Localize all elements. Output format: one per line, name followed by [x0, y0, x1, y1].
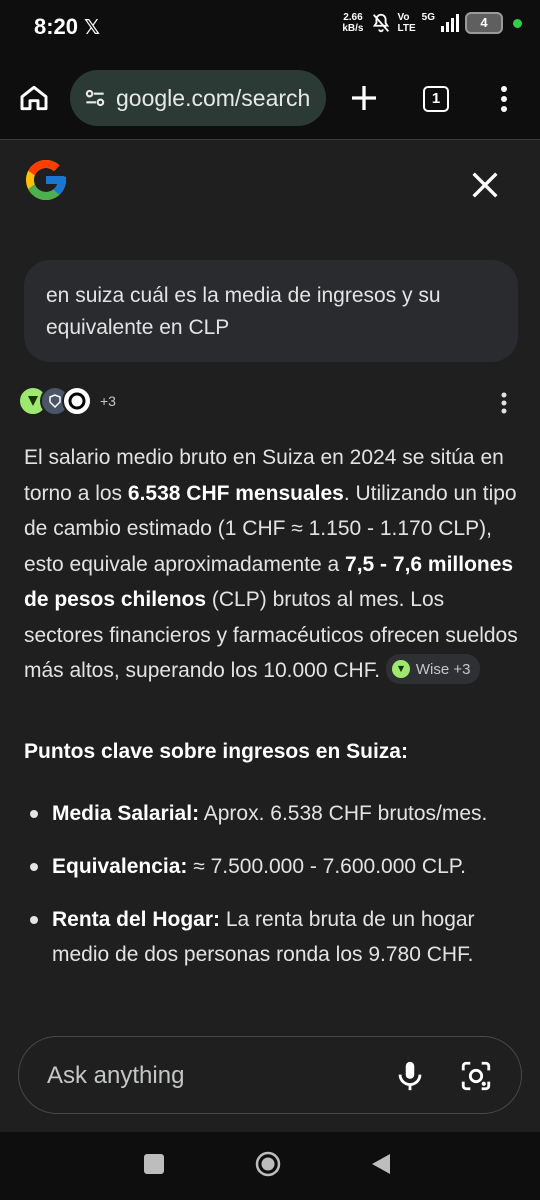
browser-toolbar: google.com/search 1: [0, 56, 540, 140]
more-sources-count[interactable]: +3: [100, 393, 116, 409]
source-chip[interactable]: Wise +3: [385, 654, 481, 685]
tab-switcher-button[interactable]: 1: [423, 86, 449, 112]
x-app-icon: 𝕏: [84, 17, 101, 39]
back-button[interactable]: [370, 1152, 392, 1176]
source-chip-label: Wise +3: [415, 660, 471, 678]
ask-bar[interactable]: [18, 1036, 522, 1114]
recents-button[interactable]: [144, 1154, 164, 1174]
status-indicators: 2.66 kB/s Vo LTE 5G 4: [342, 12, 522, 34]
url-text: google.com/search: [116, 84, 311, 111]
signal-icon: [441, 14, 459, 32]
network-speed: 2.66 kB/s: [342, 12, 364, 34]
home-icon[interactable]: [18, 82, 50, 114]
address-bar[interactable]: google.com/search: [70, 70, 326, 126]
source-icon[interactable]: [62, 386, 92, 416]
network-gen: 5G: [421, 12, 435, 23]
system-nav-bar: [0, 1132, 540, 1200]
key-points-list: Media Salarial: Aprox. 6.538 CHF brutos/…: [24, 796, 524, 990]
google-lens-icon[interactable]: [459, 1059, 493, 1093]
key-points-heading: Puntos clave sobre ingresos en Suiza:: [24, 740, 408, 763]
ask-input[interactable]: [47, 1059, 367, 1093]
ai-answer-text: El salario medio bruto en Suiza en 2024 …: [24, 440, 524, 689]
user-query-bubble: en suiza cuál es la media de ingresos y …: [24, 260, 518, 362]
google-logo-icon: [26, 160, 66, 200]
microphone-icon[interactable]: [393, 1059, 427, 1093]
sources-row[interactable]: +3: [18, 386, 116, 416]
site-settings-icon[interactable]: [82, 85, 108, 111]
privacy-dot: [513, 18, 522, 28]
status-bar: 8:20 𝕏 2.66 kB/s Vo LTE 5G 4: [0, 0, 540, 56]
home-button[interactable]: [254, 1150, 282, 1178]
list-item: Equivalencia: ≈ 7.500.000 - 7.600.000 CL…: [24, 849, 524, 884]
volte-indicator: Vo LTE: [397, 12, 416, 34]
new-tab-icon[interactable]: [348, 82, 380, 114]
close-icon[interactable]: [468, 168, 502, 202]
battery-icon: 4: [465, 12, 503, 34]
mute-icon: [372, 13, 389, 33]
list-item: Renta del Hogar: La renta bruta de un ho…: [24, 902, 524, 972]
more-vert-icon[interactable]: [494, 84, 514, 114]
list-item: Media Salarial: Aprox. 6.538 CHF brutos/…: [24, 796, 524, 831]
status-time: 8:20: [34, 14, 79, 39]
more-vert-icon[interactable]: [494, 390, 514, 416]
wise-icon: [391, 660, 410, 679]
